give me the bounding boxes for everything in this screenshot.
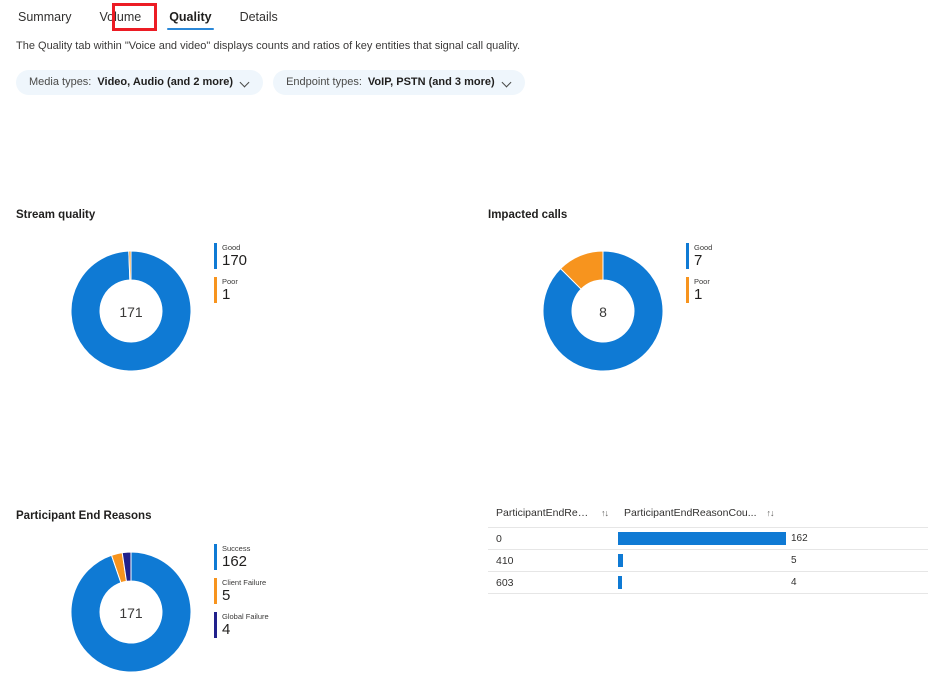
filter-bar: Media types: Video, Audio (and 2 more) E… [0,54,936,95]
impacted-calls-donut-svg: 8 [542,250,664,372]
tab-details[interactable]: Details [238,9,280,32]
table-row[interactable]: 603 4 [488,571,928,594]
table-row[interactable]: 0 162 [488,527,928,550]
legend-value-success: 162 [222,553,248,570]
legend-swatch-good [686,243,689,269]
cell-participant-end-reason: 410 [488,549,616,572]
participant-end-reason-table: ParticipantEndReason ↑↓ ParticipantEndRe… [488,503,928,594]
legend-value-poor: 1 [222,286,231,303]
legend-item-good[interactable]: Good 7 [686,243,712,269]
column-header-participant-end-reason[interactable]: ParticipantEndReason ↑↓ [488,503,616,528]
cell-participant-end-reason-count: 5 [616,549,928,572]
legend-value-global-failure: 4 [222,621,231,638]
tab-quality-label: Quality [169,10,212,24]
count-label: 4 [791,577,797,588]
panel-participant-end-reasons: Participant End Reasons 171 Success 162 Cl… [16,509,476,698]
legend-item-poor[interactable]: Poor 1 [214,277,247,303]
participant-end-reasons-legend: Success 162 Client Failure 5 Global Failure 4 [214,544,269,646]
column-header-participant-end-reason-count-label: ParticipantEndReasonCou... [624,507,757,519]
sort-icon[interactable]: ↑↓ [601,508,609,518]
count-label: 5 [791,555,797,566]
tab-summary[interactable]: Summary [16,9,73,32]
count-bar [618,532,786,545]
cell-participant-end-reason-count: 4 [616,571,928,594]
tab-volume-label: Volume [99,10,142,24]
panel-impacted-calls-title: Impacted calls [488,209,568,221]
sort-icon[interactable]: ↑↓ [767,508,775,518]
legend-label-poor: Poor [222,277,238,286]
column-header-participant-end-reason-count[interactable]: ParticipantEndReasonCou... ↑↓ [616,503,928,528]
participant-end-reasons-donut-svg: 171 [70,551,192,673]
legend-swatch-poor [214,277,217,303]
impacted-calls-donut[interactable]: 8 [541,249,665,373]
count-bar [618,576,622,589]
filter-media-types[interactable]: Media types: Video, Audio (and 2 more) [16,70,264,95]
chevron-down-icon [503,78,512,87]
panel-stream-quality: Stream quality 171 Good 170 Poor 1 [16,208,476,397]
impacted-calls-legend: Good 7 Poor 1 [686,243,712,311]
legend-label-success: Success [222,544,251,553]
legend-label-client-failure: Client Failure [222,578,267,587]
legend-swatch-poor [686,277,689,303]
table-header-row: ParticipantEndReason ↑↓ ParticipantEndRe… [488,503,928,528]
donut-center-total: 171 [119,605,143,621]
cell-participant-end-reason: 0 [488,527,616,550]
panel-impacted-calls: Impacted calls 8 Good 7 Poor 1 [488,208,936,397]
cell-participant-end-reason: 603 [488,571,616,594]
chevron-down-icon [241,78,250,87]
stream-quality-legend: Good 170 Poor 1 [214,243,247,311]
tab-quality[interactable]: Quality [167,9,214,32]
impacted-calls-chart-row: 8 Good 7 Poor 1 [488,227,936,397]
legend-item-success[interactable]: Success 162 [214,544,269,570]
panel-participant-end-reasons-title: Participant End Reasons [16,510,152,522]
tab-details-label: Details [239,10,278,24]
tab-summary-label: Summary [18,10,72,24]
legend-label-good: Good [694,243,713,252]
legend-value-good: 7 [694,252,703,269]
end-reasons-chart-row: 171 Success 162 Client Failure 5 Global Fail… [16,528,476,698]
legend-value-good: 170 [222,252,248,269]
filter-endpoint-types-value: VoIP, PSTN (and 3 more) [367,76,495,88]
legend-value-client-failure: 5 [222,587,231,604]
legend-label-global-failure: Global Failure [222,612,269,621]
table-row[interactable]: 410 5 [488,549,928,572]
legend-swatch-success [214,544,217,570]
panel-stream-quality-title: Stream quality [16,209,96,221]
legend-item-good[interactable]: Good 170 [214,243,247,269]
legend-label-good: Good [222,243,241,252]
count-label: 162 [791,533,808,544]
stream-quality-donut-svg: 171 [70,250,192,372]
tab-active-underline [167,28,214,30]
cell-participant-end-reason-count: 162 [616,527,928,550]
stream-quality-donut[interactable]: 171 [69,249,193,373]
filter-media-types-prefix: Media types: [29,76,92,88]
count-bar [618,554,623,567]
donut-center-total: 8 [599,304,607,320]
legend-value-poor: 1 [694,286,703,303]
legend-swatch-global-failure [214,612,217,638]
participant-end-reasons-donut[interactable]: 171 [69,550,193,674]
filter-endpoint-types[interactable]: Endpoint types: VoIP, PSTN (and 3 more) [273,70,525,95]
column-header-participant-end-reason-label: ParticipantEndReason [496,507,591,519]
legend-label-poor: Poor [694,277,710,286]
tab-volume[interactable]: Volume [97,9,143,32]
stream-quality-chart-row: 171 Good 170 Poor 1 [16,227,476,397]
panel-participant-end-reason-table: ParticipantEndReason ↑↓ ParticipantEndRe… [488,503,928,594]
legend-item-global-failure[interactable]: Global Failure 4 [214,612,269,638]
donut-center-total: 171 [119,304,143,320]
table-body: 0 162 410 5 603 4 [488,527,928,594]
filter-endpoint-types-prefix: Endpoint types: [286,76,362,88]
tab-bar: Summary Volume Quality Details [0,0,936,30]
legend-item-poor[interactable]: Poor 1 [686,277,712,303]
filter-media-types-value: Video, Audio (and 2 more) [97,76,234,88]
legend-swatch-good [214,243,217,269]
